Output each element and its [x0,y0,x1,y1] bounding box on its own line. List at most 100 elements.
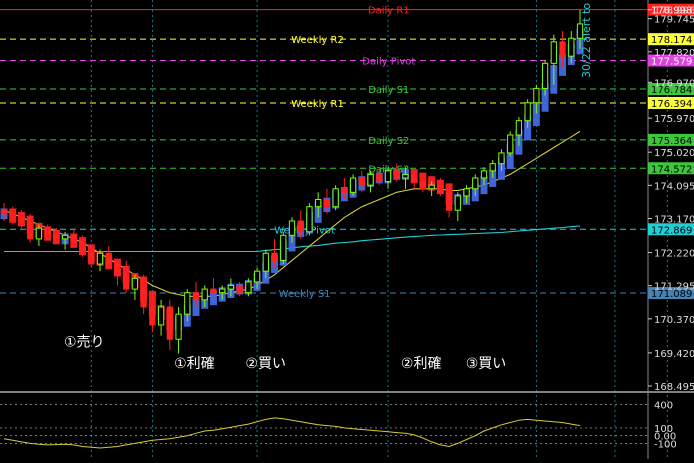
candle-body [428,184,435,190]
trade-annotation: ③買い [466,356,507,372]
osc-tick-label: -100 [654,439,677,450]
candle-body [376,173,383,183]
candle-body [358,177,365,186]
trade-annotation: ①売り [64,334,105,350]
level-label: Weekly S1 [279,289,331,300]
candle-body [18,216,25,222]
candle-body [61,234,69,240]
price-chart[interactable]: Daily R1 178.998 Weekly R2 178.174 Daily Piv… [0,0,694,459]
candle-body [288,220,296,236]
candle-body [550,41,557,64]
level-badge-value: 175.364 [651,136,692,147]
price-tick-label: 173.170 [654,214,694,225]
candle-body [341,188,348,193]
vertical-alert-label: 30/22 alert to b [580,0,593,78]
candle-body [184,292,191,315]
price-tick-label: 176.970 [654,78,694,89]
candle-body [175,313,182,340]
candle-body [262,252,269,272]
candle-body [245,281,252,294]
level-label: Daily R1 [368,6,410,17]
candle-body [9,213,16,218]
candle-body [411,173,418,183]
candle-body [79,242,86,254]
candle-body [480,170,488,179]
price-tick-label: 171.295 [654,282,694,293]
candle-body [105,252,112,265]
candle-body [393,170,400,179]
candle-body [297,220,304,233]
candle-body [568,37,575,57]
osc-tick-label: 400 [654,401,673,412]
candle-body [507,134,514,154]
candle-body [227,285,235,290]
candle-body [253,270,261,283]
candle-body [53,234,60,240]
candle-body [44,227,51,236]
candle-body [384,170,392,183]
price-tick-label: 168.495 [654,382,694,393]
candle-body [27,220,34,240]
price-tick-label: 172.220 [654,249,694,260]
level-label: Weekly R1 [291,99,344,110]
level-badge-value: 172.869 [651,225,692,236]
candle-body [489,163,496,172]
candle-body [402,173,409,179]
candle-body [541,62,549,89]
candle-body [524,102,531,122]
candle-body [419,181,427,190]
level-label: Weekly R2 [291,35,344,46]
candle-body [332,188,339,208]
candle-body [192,292,200,301]
candle-body [472,177,479,190]
candle-body [149,306,156,326]
level-badge-value: 176.394 [651,99,692,110]
candle-body [445,191,453,211]
candle-body [533,87,540,104]
level-badge-value: 178.174 [651,35,692,46]
candle-body [0,209,8,215]
candle-body [280,234,287,261]
candle-body [463,188,470,197]
candle-body [131,277,139,290]
level-badge-value: 174.572 [651,164,692,175]
level-label: Daily S2 [368,136,409,147]
candle-body [70,234,77,243]
candle-body [498,152,505,165]
price-tick-label: 169.420 [654,349,694,360]
candle-body [88,252,95,265]
candle-body [123,274,130,290]
candle-body [315,199,322,208]
candle-body [349,177,357,193]
candle-body [219,288,226,294]
level-label: Daily Pivot [362,57,415,68]
candle-body [157,306,165,326]
candle-body [323,199,331,208]
trade-annotation: ②利確 [401,356,442,372]
candle-body [559,41,566,57]
candle-body [140,277,147,308]
candle-body [271,252,278,261]
candle-body [306,206,313,233]
price-tick-label: 175.020 [654,148,694,159]
candle-body [201,288,208,301]
price-tick-label: 178.996 [654,6,694,17]
price-tick-label: 170.370 [654,315,694,326]
trade-annotation: ②買い [245,356,286,372]
level-label: Daily S1 [368,85,409,96]
trade-annotation: ①利確 [174,356,215,372]
candle-body [210,288,217,294]
candle-body [367,173,374,186]
candle-body [166,306,173,340]
candle-body [515,120,523,136]
price-tick-label: 175.970 [654,114,694,125]
chart-svg: Daily R1 178.998Weekly R2 178.174Daily Piv… [0,0,694,459]
candle-body [454,195,461,211]
price-tick-label: 174.095 [654,181,694,192]
candle-body [236,285,243,294]
candle-body [114,263,121,276]
price-tick-label: 177.820 [654,48,694,59]
candle-body [35,227,43,240]
candle-body [96,252,104,265]
candle-body [437,184,444,193]
